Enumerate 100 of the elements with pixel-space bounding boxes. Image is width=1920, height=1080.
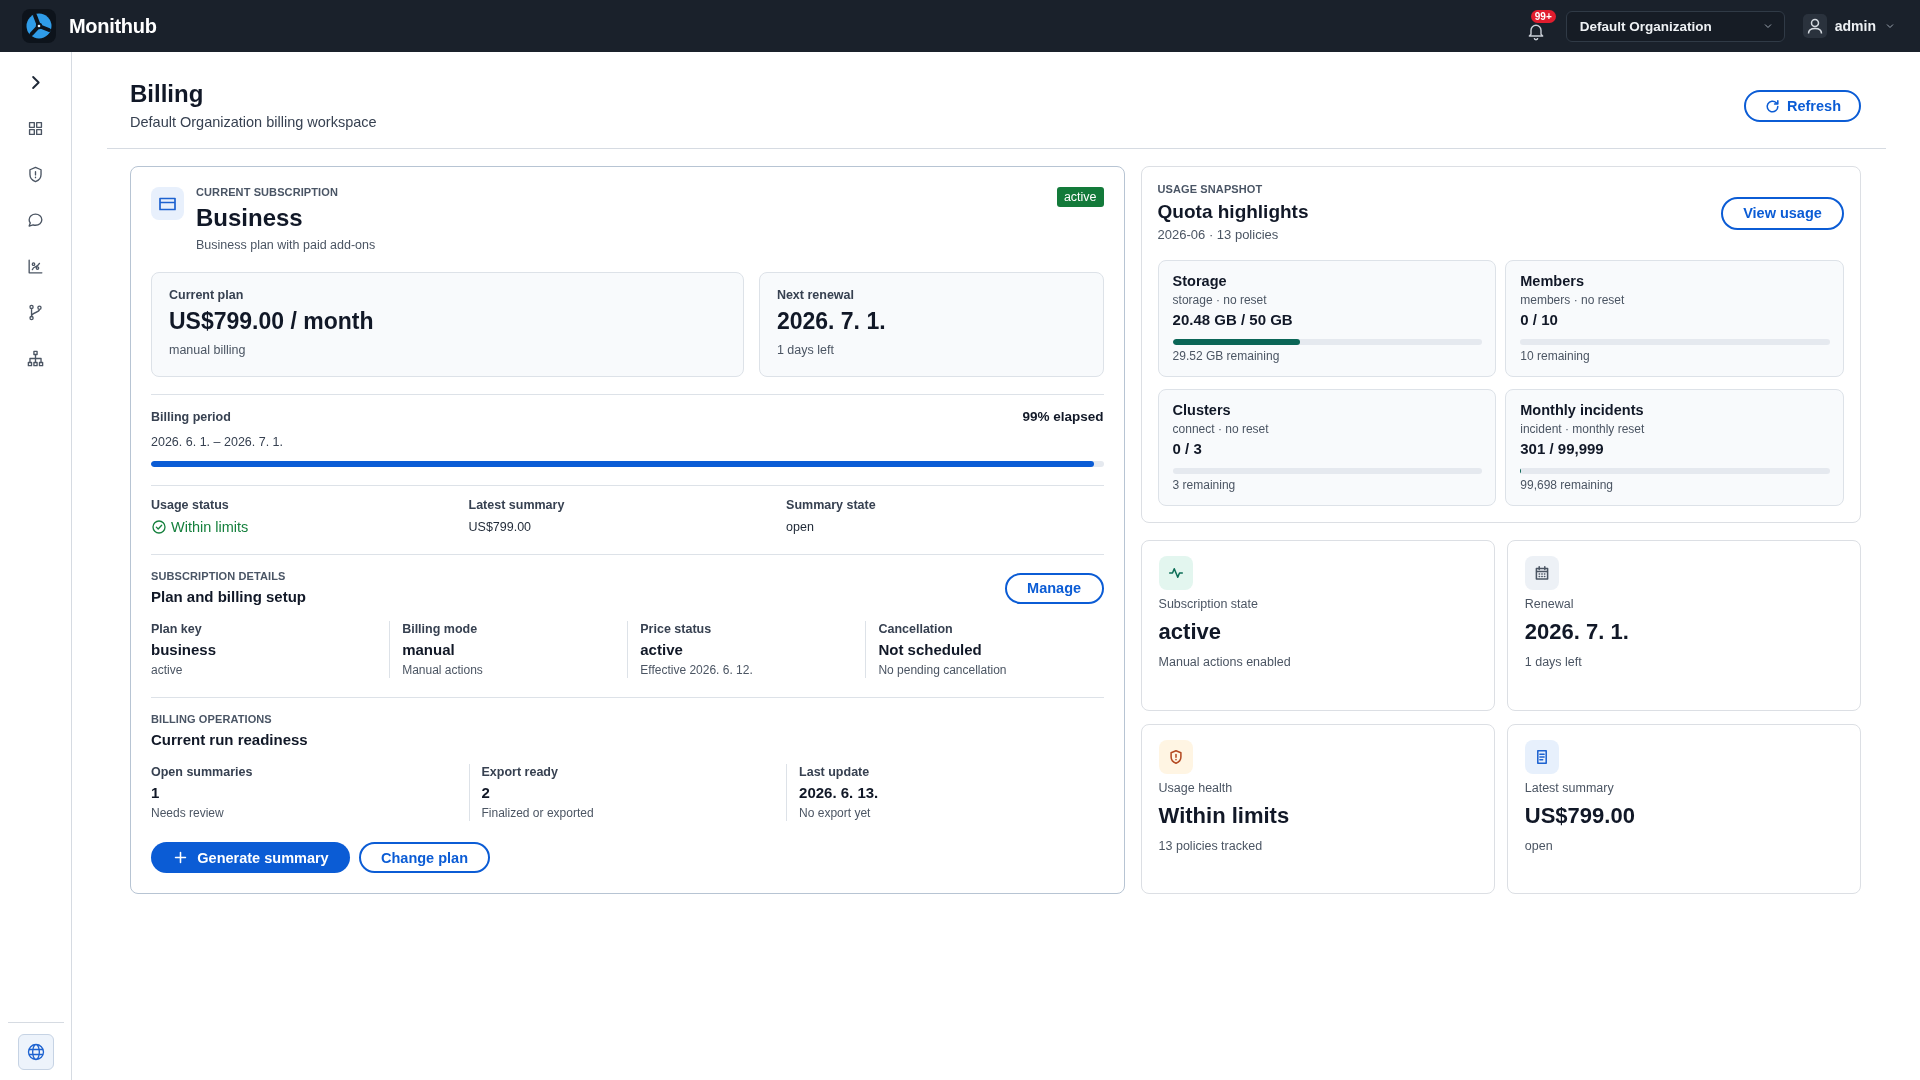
plan-name: Business <box>196 204 304 232</box>
field-label: Last update <box>799 764 871 780</box>
stat-note: 13 policies tracked <box>1158 837 1264 854</box>
user-icon <box>1802 14 1827 38</box>
refresh-icon <box>1764 97 1781 115</box>
section-caption: BILLING OPERATIONS <box>151 712 273 726</box>
field-value: manual <box>402 640 456 660</box>
field-value: 2026. 6. 13. <box>799 783 880 803</box>
field-label: Export ready <box>481 764 559 780</box>
plan-description: Business plan with paid add-ons <box>196 237 376 253</box>
usage-meta: 2026-06 · 13 policies <box>1157 226 1280 244</box>
quota-meta: members · no reset <box>1520 292 1626 308</box>
change-plan-button[interactable]: Change plan <box>359 842 490 873</box>
field-value: 1 <box>151 783 161 803</box>
quota-usage: 301 / 99,999 <box>1520 439 1605 459</box>
field-label: Usage status <box>151 497 230 513</box>
refresh-button[interactable]: Refresh <box>1744 90 1861 122</box>
shield-alert-icon <box>1158 739 1193 774</box>
field-label: Latest summary <box>468 497 566 513</box>
page-subtitle: Default Organization billing workspace <box>130 113 377 132</box>
globe-icon <box>25 1042 46 1062</box>
stat-note: Manual actions enabled <box>1158 654 1292 670</box>
period-label: Billing period <box>151 409 231 425</box>
status-value: Within limits <box>171 518 249 536</box>
quota-meta: connect · no reset <box>1172 421 1270 437</box>
sidebar-footer-button[interactable] <box>17 1034 54 1070</box>
field-value: active <box>640 640 684 660</box>
section-title: Plan and billing setup <box>151 587 306 607</box>
quota-meta: storage · no reset <box>1172 292 1268 308</box>
section-title: Current run readiness <box>151 730 309 750</box>
field-label: Billing mode <box>402 621 479 637</box>
stat-label: Renewal <box>1524 596 1575 612</box>
manage-button[interactable]: Manage <box>1004 572 1104 604</box>
quota-meta: incident · monthly reset <box>1520 421 1646 437</box>
pulse-icon <box>1158 556 1193 590</box>
branch-icon <box>26 302 45 322</box>
section-caption: USAGE SNAPSHOT <box>1157 182 1264 196</box>
field-note: No export yet <box>799 805 872 821</box>
quota-name: Clusters <box>1172 401 1232 419</box>
summary-note: manual billing <box>169 342 247 358</box>
stat-value: Within limits <box>1158 801 1291 830</box>
summary-note: 1 days left <box>776 342 835 358</box>
chat-bubble-icon <box>26 210 45 230</box>
quota-remaining: 3 remaining <box>1172 477 1237 493</box>
field-value: US$799.00 <box>468 519 533 536</box>
brand-name: Monithub <box>69 14 157 38</box>
field-note: Effective 2026. 6. 12. <box>640 662 754 678</box>
stat-note: open <box>1524 837 1554 854</box>
stat-label: Subscription state <box>1158 596 1259 612</box>
quota-remaining: 10 remaining <box>1520 348 1591 364</box>
quota-usage: 0 / 3 <box>1172 439 1203 459</box>
field-label: Plan key <box>151 621 203 637</box>
shield-icon <box>26 164 45 184</box>
summary-value: US$799.00 / month <box>169 307 375 336</box>
sitemap-icon <box>26 348 45 368</box>
logo-icon <box>22 9 56 43</box>
stat-value: 2026. 7. 1. <box>1524 618 1630 646</box>
field-label: Cancellation <box>878 621 954 637</box>
summary-label: Next renewal <box>776 287 855 303</box>
field-note: Needs review <box>151 805 225 821</box>
stat-note: 1 days left <box>1524 654 1583 670</box>
field-note: Manual actions <box>402 662 484 678</box>
page-title: Billing <box>130 80 205 108</box>
section-caption: CURRENT SUBSCRIPTION <box>196 185 339 199</box>
quota-usage: 0 / 10 <box>1520 310 1559 330</box>
calendar-icon <box>1524 556 1559 590</box>
period-range: 2026. 6. 1. – 2026. 7. 1. <box>151 434 285 450</box>
field-note: No pending cancellation <box>878 662 1008 678</box>
field-label: Price status <box>640 621 713 637</box>
quota-name: Storage <box>1172 272 1228 290</box>
section-title: Quota highlights <box>1157 200 1309 224</box>
stat-label: Usage health <box>1158 779 1234 796</box>
quota-usage: 20.48 GB / 50 GB <box>1172 310 1294 330</box>
quota-remaining: 29.52 GB remaining <box>1172 348 1281 364</box>
section-caption: SUBSCRIPTION DETAILS <box>151 569 287 583</box>
user-menu[interactable]: admin <box>1802 14 1896 38</box>
credit-card-icon <box>151 187 184 220</box>
stat-value: US$799.00 <box>1524 801 1636 830</box>
field-value: Not scheduled <box>878 640 983 660</box>
field-label: Open summaries <box>151 764 254 780</box>
notification-count: 99+ <box>1530 10 1556 23</box>
summary-value: 2026. 7. 1. <box>776 307 887 336</box>
field-value: open <box>786 519 815 536</box>
stat-value: active <box>1158 618 1222 646</box>
stat-label: Latest summary <box>1524 779 1615 796</box>
status-badge: active <box>1056 187 1104 207</box>
quota-remaining: 99,698 remaining <box>1520 477 1614 493</box>
quota-name: Members <box>1520 272 1585 290</box>
generate-summary-button[interactable]: Generate summary <box>151 842 350 873</box>
quota-name: Monthly incidents <box>1520 401 1645 419</box>
view-usage-button[interactable]: View usage <box>1721 196 1844 230</box>
document-icon <box>1524 739 1559 774</box>
summary-label: Current plan <box>169 287 245 303</box>
field-note: Finalized or exported <box>481 805 595 821</box>
notifications-button[interactable]: 99+ <box>1523 9 1556 43</box>
organization-select[interactable]: Default Organization <box>1565 10 1785 42</box>
field-label: Summary state <box>786 497 877 513</box>
field-value: 2 <box>481 783 491 803</box>
elapsed-text: 99% elapsed <box>1022 409 1104 425</box>
field-note: active <box>151 662 184 678</box>
